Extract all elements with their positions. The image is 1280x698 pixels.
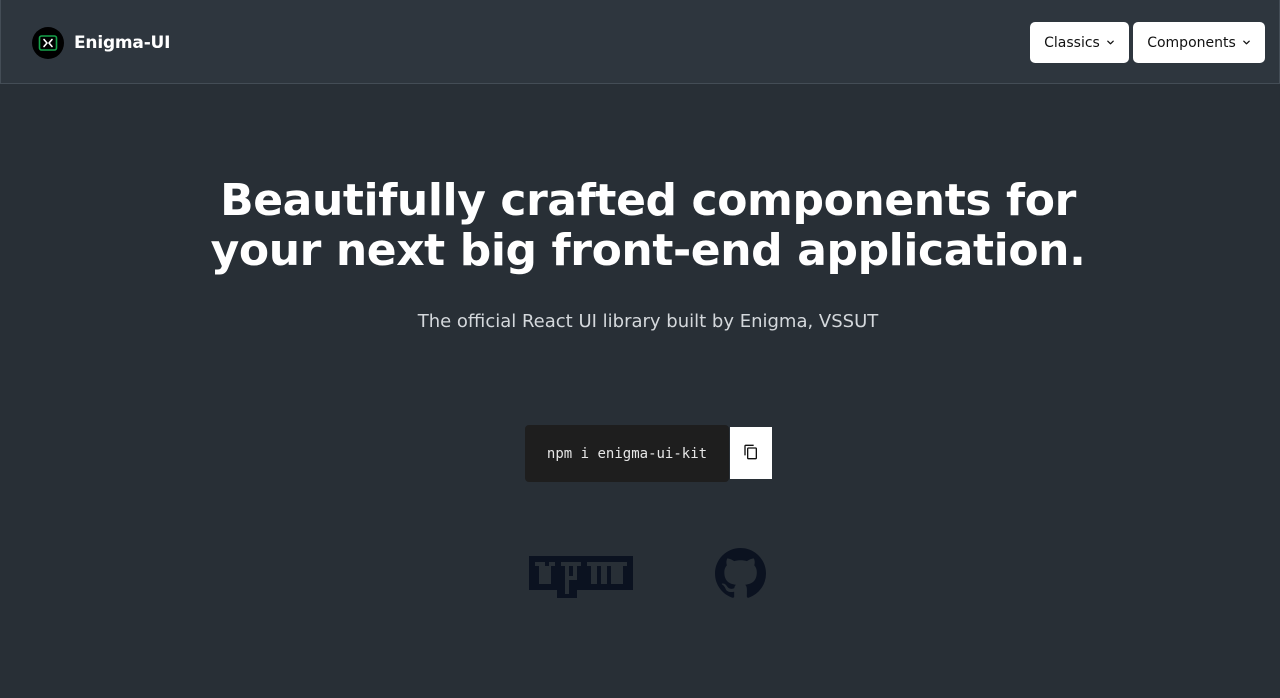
classics-menu-label: Classics [1044, 34, 1100, 51]
npm-link[interactable] [529, 556, 633, 598]
copy-icon [743, 444, 759, 463]
github-icon [715, 548, 766, 603]
hero-title-line-1: Beautifully crafted components for [220, 175, 1076, 226]
brand-name: Enigma-UI [74, 33, 171, 53]
hero-title: Beautifully crafted components for your … [0, 176, 1280, 276]
hero-subtitle: The official React UI library built by E… [417, 311, 879, 332]
navbar: Enigma-UI Classics Components [0, 0, 1280, 84]
github-link[interactable] [715, 548, 766, 599]
hero-title-line-2: your next big front-end application. [210, 225, 1086, 276]
enigma-logo-icon [32, 27, 64, 59]
chevron-down-icon [1106, 38, 1115, 47]
chevron-down-icon [1242, 38, 1251, 47]
components-menu-label: Components [1147, 34, 1236, 51]
classics-menu-button[interactable]: Classics [1030, 22, 1129, 63]
brand-link[interactable]: Enigma-UI [32, 27, 170, 59]
install-command-group: npm i enigma-ui-kit [525, 425, 772, 482]
npm-logo-icon [529, 556, 633, 602]
install-command: npm i enigma-ui-kit [525, 425, 729, 482]
components-menu-button[interactable]: Components [1133, 22, 1265, 63]
copy-button[interactable] [730, 427, 772, 479]
